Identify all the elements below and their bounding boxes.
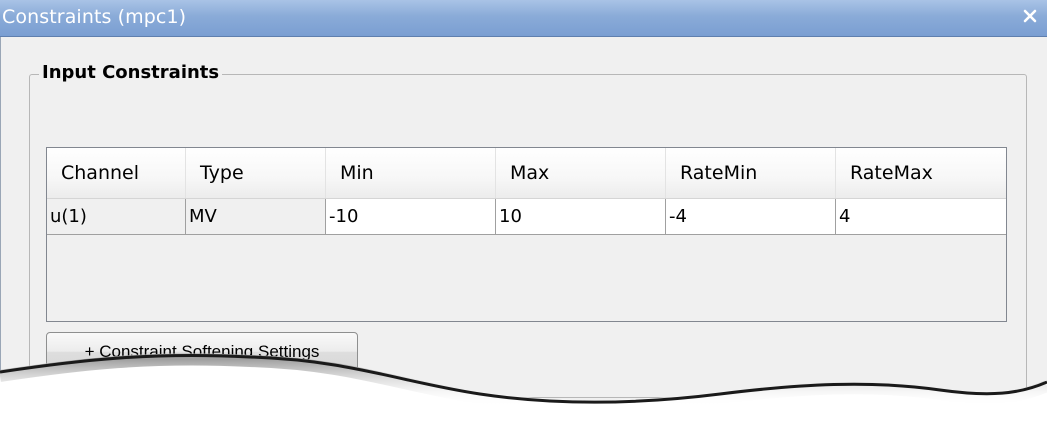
column-header-type[interactable]: Type [186,148,326,198]
cell-type: MV [186,199,326,234]
constraints-dialog: Constraints (mpc1) Input Constraints Cha… [0,0,1047,425]
column-header-ratemin[interactable]: RateMin [666,148,836,198]
close-icon [1023,9,1037,23]
table-row: u(1) MV -10 10 -4 4 [47,199,1006,235]
group-title: Input Constraints [39,62,223,83]
cell-ratemax[interactable]: 4 [836,199,1006,234]
screenshot-stage: Constraints (mpc1) Input Constraints Cha… [0,0,1047,425]
column-header-max[interactable]: Max [496,148,666,198]
cell-channel: u(1) [47,199,186,234]
column-header-ratemax[interactable]: RateMax [836,148,1006,198]
column-header-channel[interactable]: Channel [47,148,186,198]
window-title: Constraints (mpc1) [2,6,187,28]
cell-min[interactable]: -10 [326,199,496,234]
constraints-table: Channel Type Min Max RateMin RateMax u(1… [46,147,1007,322]
column-header-min[interactable]: Min [326,148,496,198]
table-header: Channel Type Min Max RateMin RateMax [47,148,1006,199]
close-button[interactable] [1015,3,1045,31]
cell-max[interactable]: 10 [496,199,666,234]
cell-ratemin[interactable]: -4 [666,199,836,234]
constraint-softening-settings-button[interactable]: + Constraint Softening Settings [46,332,358,371]
dialog-body: Input Constraints Channel Type Min Max R… [0,37,1047,425]
title-bar[interactable]: Constraints (mpc1) [0,0,1047,37]
